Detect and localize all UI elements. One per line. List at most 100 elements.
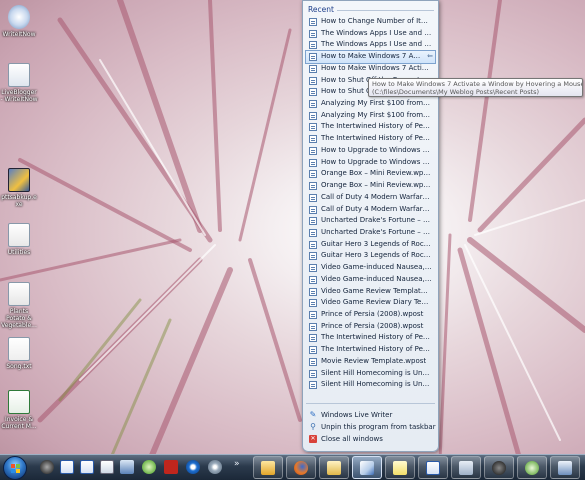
- taskbar-app-network[interactable]: [118, 458, 136, 476]
- recent-item[interactable]: Silent Hill Homecoming is Unplayable.wpo…: [306, 368, 435, 380]
- wpost-document-icon: [309, 205, 317, 214]
- recent-item[interactable]: Prince of Persia (2008).wpost: [306, 309, 435, 321]
- desktop-icon-pttsabkup[interactable]: pttsabkup.exe: [0, 168, 38, 208]
- utilities-icon: [8, 223, 30, 247]
- taskbar-button-notes[interactable]: [385, 456, 415, 479]
- recent-item[interactable]: Movie Review Template.wpost: [306, 356, 435, 368]
- recent-item-label: The Intertwined History of Peet's Coffee…: [321, 134, 435, 143]
- taskbar-button-word[interactable]: [418, 456, 448, 479]
- taskbar-button-network[interactable]: [550, 456, 580, 479]
- wpost-document-icon: [309, 158, 317, 167]
- recent-item[interactable]: Analyzing My First $100 from Google (2).…: [306, 110, 435, 122]
- taskbar-app-cd[interactable]: [206, 458, 224, 476]
- task-windows-live-writer[interactable]: ✎ Windows Live Writer: [306, 409, 435, 421]
- pin-icon[interactable]: ⇐: [427, 51, 433, 63]
- recent-item[interactable]: Uncharted Drake's Fortune – Mini Review.…: [306, 215, 435, 227]
- taskbar-button-sync[interactable]: [517, 456, 547, 479]
- taskbar-app-green[interactable]: [140, 458, 158, 476]
- wpost-document-icon: [309, 170, 317, 179]
- recent-item[interactable]: Uncharted Drake's Fortune – Mini Review …: [306, 227, 435, 239]
- folder-icon: [100, 460, 114, 474]
- recent-item-label: Video Game Review Diary Template.wpost: [321, 298, 435, 307]
- wpost-document-icon: [309, 146, 317, 155]
- taskbar-app-explorer[interactable]: [98, 458, 116, 476]
- quicklaunch-overflow-chevron[interactable]: »: [234, 460, 240, 469]
- desktop-icon-invoice[interactable]: Invoice & Current M...: [0, 390, 38, 430]
- tooltip-path: (C:\files\Documents\My Weblog Posts\Rece…: [372, 88, 540, 96]
- wpost-document-icon: [309, 346, 317, 355]
- recent-item-label: Guitar Hero 3 Legends of Rock – Review.w…: [321, 239, 435, 248]
- recent-item[interactable]: Orange Box – Mini Review.wpost: [306, 180, 435, 192]
- taskbar-app-word-1[interactable]: [58, 458, 76, 476]
- recent-item[interactable]: The Intertwined History of Pets and Peop…: [306, 332, 435, 344]
- recent-item-label: Video Game-induced Nausea, Dizziness.wpo…: [321, 263, 435, 272]
- recent-item-label: Prince of Persia (2008).wpost: [321, 309, 424, 318]
- wpost-document-icon: [309, 322, 317, 331]
- taskbar-button-media[interactable]: [484, 456, 514, 479]
- wpost-document-icon: [309, 123, 317, 132]
- recent-item-label: Orange Box – Mini Review.wpost: [321, 181, 435, 190]
- recent-item-label: Analyzing My First $100 from Google.wpos…: [321, 99, 435, 108]
- recent-item-label: Uncharted Drake's Fortune – Mini Review.…: [321, 216, 435, 225]
- recent-item[interactable]: The Intertwined History of Peets Coffee.…: [306, 344, 435, 356]
- word-icon: [426, 460, 440, 475]
- windows-live-writer-icon: ✎: [309, 410, 317, 419]
- desktop-icon-song[interactable]: Song.txt: [0, 337, 38, 370]
- recent-item-label: The Intertwined History of Pets and Peop…: [321, 333, 435, 342]
- recent-item[interactable]: How to Upgrade to Windows 7 RC.wpost: [306, 145, 435, 157]
- taskbar-app-media[interactable]: [38, 458, 56, 476]
- wpost-document-icon: [309, 264, 317, 273]
- desktop-icon-writeitnow[interactable]: WriteItNow: [0, 5, 38, 38]
- writeitnow-icon: [8, 5, 30, 29]
- recent-item[interactable]: The Windows Apps I Use and How I Use The…: [306, 28, 435, 40]
- taskbar-app-filezilla[interactable]: [162, 458, 180, 476]
- recent-item[interactable]: How to Change Number of Items in Windows…: [306, 16, 435, 28]
- recent-item[interactable]: Prince of Persia (2008).wpost: [306, 321, 435, 333]
- recent-item[interactable]: How to Make Windows 7 Activate a Window …: [305, 50, 436, 64]
- task-label: Windows Live Writer: [321, 411, 393, 419]
- desktop-icon-liveblogger[interactable]: LiveBlogger - WriteItNow: [0, 63, 38, 103]
- recent-item[interactable]: Video Game Review Template[2].wpost: [306, 286, 435, 298]
- taskbar-app-word-2[interactable]: [78, 458, 96, 476]
- recent-item-label: The Intertwined History of Peets Coffee.…: [321, 345, 435, 354]
- word-icon: [60, 460, 74, 474]
- taskbar-button-firefox[interactable]: [286, 456, 316, 479]
- recent-item[interactable]: Video Game Review Diary Template.wpost: [306, 297, 435, 309]
- recent-item[interactable]: How to Make Windows 7 Activate a Window …: [306, 63, 435, 75]
- recent-item[interactable]: Call of Duty 4 Modern Warfare – Review (…: [306, 204, 435, 216]
- taskbar-button-calculator[interactable]: [451, 456, 481, 479]
- recent-item-label: Call of Duty 4 Modern Warfare – Review.w…: [321, 192, 435, 201]
- task-unpin[interactable]: ⚲ Unpin this program from taskbar: [306, 421, 436, 433]
- taskbar-app-blue[interactable]: [184, 458, 202, 476]
- recent-item[interactable]: The Intertwined History of Peet's Coffee…: [306, 133, 435, 145]
- wpost-document-icon: [309, 357, 317, 366]
- recent-item[interactable]: Silent Hill Homecoming is Unplayable (2)…: [306, 379, 435, 391]
- tasks-list: ✎ Windows Live Writer ⚲ Unpin this progr…: [306, 409, 436, 445]
- taskbar-button-live-writer[interactable]: [352, 456, 382, 479]
- recent-item[interactable]: Analyzing My First $100 from Google.wpos…: [306, 98, 435, 110]
- wpost-document-icon: [309, 18, 317, 26]
- recent-item-label: Movie Review Template.wpost: [321, 356, 427, 365]
- recent-item-label: How to Upgrade to Windows 7 RC (2).wpost: [321, 157, 435, 166]
- recent-item[interactable]: Guitar Hero 3 Legends of Rock – Review.w…: [306, 239, 435, 251]
- recent-item[interactable]: Orange Box – Mini Review.wpost: [306, 168, 435, 180]
- taskbar-button-1[interactable]: [253, 456, 283, 479]
- calculator-icon: [459, 460, 473, 475]
- wpost-document-icon: [309, 217, 317, 226]
- recent-item[interactable]: Guitar Hero 3 Legends of Rock – Review (…: [306, 250, 435, 262]
- taskbar-button-explorer[interactable]: [319, 456, 349, 479]
- wpost-document-icon: [309, 228, 317, 237]
- recent-item-label: How to Make Windows 7 Activate a Window …: [321, 52, 435, 61]
- network-icon: [558, 460, 572, 475]
- recent-item[interactable]: How to Upgrade to Windows 7 RC (2).wpost: [306, 157, 435, 169]
- desktop-icon-utilities[interactable]: Utilities: [0, 223, 38, 256]
- recent-item[interactable]: The Windows Apps I Use and How I Use The…: [306, 39, 435, 51]
- recent-item[interactable]: Video Game-induced Nausea, Dizziness (2)…: [306, 274, 435, 286]
- task-close-all[interactable]: ✕ Close all windows: [306, 433, 435, 445]
- recent-item[interactable]: Call of Duty 4 Modern Warfare – Review.w…: [306, 192, 435, 204]
- desktop-icon-plants[interactable]: Plants Potato & Vegetable...: [0, 282, 38, 329]
- task-label: Close all windows: [321, 435, 383, 443]
- recent-item[interactable]: The Intertwined History of Peet's Coffee…: [306, 121, 435, 133]
- start-button[interactable]: [3, 456, 27, 480]
- recent-item[interactable]: Video Game-induced Nausea, Dizziness.wpo…: [306, 262, 435, 274]
